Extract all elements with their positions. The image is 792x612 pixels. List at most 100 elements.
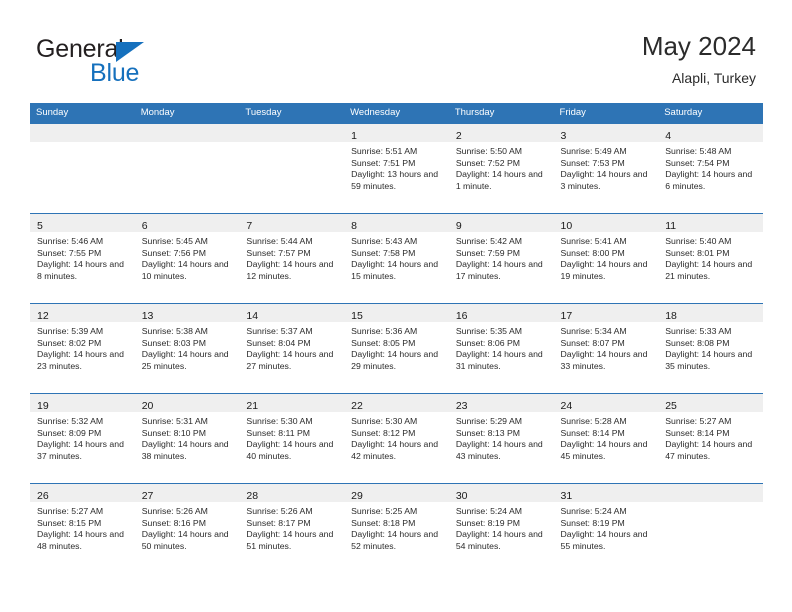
calendar-day-cell[interactable]: 17 Sunrise: 5:34 AM Sunset: 8:07 PM Dayligh… [553, 303, 659, 393]
sunset-text: Sunset: 8:03 PM [141, 337, 206, 348]
calendar-day-cell-empty [658, 483, 763, 573]
daylight-text: Daylight: 14 hours and 52 minutes. [351, 529, 439, 551]
calendar-day-cell[interactable]: 31 Sunrise: 5:24 AM Sunset: 8:19 PM Dayligh… [553, 483, 659, 573]
calendar-day-cell[interactable]: 3 Sunrise: 5:49 AM Sunset: 7:53 PM Daylight… [553, 123, 659, 213]
day-number: 7 [246, 220, 253, 232]
calendar-day-cell[interactable]: 13 Sunrise: 5:38 AM Sunset: 8:03 PM Dayligh… [134, 303, 240, 393]
day-number-band: 9 [448, 214, 554, 232]
daylight-text: Daylight: 14 hours and 35 minutes. [665, 349, 753, 371]
calendar-day-cell[interactable]: 18 Sunrise: 5:33 AM Sunset: 8:08 PM Dayligh… [658, 303, 763, 393]
day-number-band [30, 124, 135, 142]
calendar-day-cell[interactable]: 23 Sunrise: 5:29 AM Sunset: 8:13 PM Dayligh… [448, 393, 554, 483]
day-number-band: 13 [134, 304, 240, 322]
day-number-band: 19 [30, 394, 135, 412]
day-number: 16 [455, 310, 468, 322]
day-details: Sunrise: 5:44 AM Sunset: 7:57 PM Daylight:… [239, 232, 344, 282]
day-number: 31 [560, 490, 573, 502]
calendar-weeks: 1 Sunrise: 5:51 AM Sunset: 7:51 PM Daylight… [30, 123, 763, 573]
brand-logo[interactable]: General Blue [36, 36, 296, 92]
day-details: Sunrise: 5:28 AM Sunset: 8:14 PM Daylight:… [554, 412, 659, 462]
calendar-day-cell[interactable]: 9 Sunrise: 5:42 AM Sunset: 7:59 PM Daylight… [448, 213, 554, 303]
sunrise-text: Sunrise: 5:48 AM [665, 146, 732, 156]
title-block: May 2024 Alapli, Turkey [642, 30, 756, 88]
day-number-band: 20 [134, 394, 240, 412]
calendar-day-cell[interactable]: 7 Sunrise: 5:44 AM Sunset: 7:57 PM Daylight… [239, 213, 345, 303]
calendar-day-cell[interactable]: 24 Sunrise: 5:28 AM Sunset: 8:14 PM Dayligh… [553, 393, 659, 483]
day-number-band: 3 [553, 124, 659, 142]
sunrise-text: Sunrise: 5:42 AM [455, 236, 522, 246]
day-details: Sunrise: 5:51 AM Sunset: 7:51 PM Daylight:… [344, 142, 449, 192]
calendar-day-cell[interactable]: 20 Sunrise: 5:31 AM Sunset: 8:10 PM Dayligh… [134, 393, 240, 483]
calendar-day-cell[interactable]: 29 Sunrise: 5:25 AM Sunset: 8:18 PM Dayligh… [344, 483, 449, 573]
day-number: 17 [560, 310, 573, 322]
calendar-day-cell[interactable]: 21 Sunrise: 5:30 AM Sunset: 8:11 PM Dayligh… [239, 393, 345, 483]
daylight-text: Daylight: 14 hours and 15 minutes. [351, 259, 439, 281]
day-details: Sunrise: 5:31 AM Sunset: 8:10 PM Daylight:… [135, 412, 240, 462]
calendar-day-cell[interactable]: 10 Sunrise: 5:41 AM Sunset: 8:00 PM Dayligh… [553, 213, 659, 303]
calendar-day-cell[interactable]: 14 Sunrise: 5:37 AM Sunset: 8:04 PM Dayligh… [239, 303, 345, 393]
sunrise-text: Sunrise: 5:24 AM [560, 506, 627, 516]
sunset-text: Sunset: 7:55 PM [37, 247, 102, 258]
calendar-day-cell[interactable]: 26 Sunrise: 5:27 AM Sunset: 8:15 PM Dayligh… [30, 483, 135, 573]
sunrise-text: Sunrise: 5:34 AM [560, 326, 627, 336]
day-details: Sunrise: 5:27 AM Sunset: 8:15 PM Daylight:… [30, 502, 135, 552]
calendar-day-cell[interactable]: 30 Sunrise: 5:24 AM Sunset: 8:19 PM Dayligh… [448, 483, 554, 573]
calendar-day-cell[interactable]: 19 Sunrise: 5:32 AM Sunset: 8:09 PM Dayligh… [30, 393, 135, 483]
day-details: Sunrise: 5:46 AM Sunset: 7:55 PM Daylight:… [30, 232, 135, 282]
calendar-day-cell[interactable]: 25 Sunrise: 5:27 AM Sunset: 8:14 PM Dayligh… [658, 393, 763, 483]
daylight-text: Daylight: 14 hours and 48 minutes. [37, 529, 124, 551]
day-number-band: 17 [553, 304, 659, 322]
day-details: Sunrise: 5:37 AM Sunset: 8:04 PM Daylight:… [239, 322, 344, 372]
sunset-text: Sunset: 8:07 PM [560, 337, 625, 348]
calendar-day-cell[interactable]: 28 Sunrise: 5:26 AM Sunset: 8:17 PM Dayligh… [239, 483, 345, 573]
sunset-text: Sunset: 8:08 PM [665, 337, 730, 348]
sunset-text: Sunset: 7:51 PM [351, 157, 416, 168]
sunrise-text: Sunrise: 5:49 AM [560, 146, 627, 156]
daylight-text: Daylight: 14 hours and 17 minutes. [455, 259, 543, 281]
calendar-day-cell[interactable]: 15 Sunrise: 5:36 AM Sunset: 8:05 PM Dayligh… [344, 303, 449, 393]
calendar-day-cell[interactable]: 12 Sunrise: 5:39 AM Sunset: 8:02 PM Dayligh… [30, 303, 135, 393]
calendar-day-cell-empty [134, 123, 240, 213]
day-number: 3 [560, 130, 567, 142]
day-number-band: 30 [448, 484, 554, 502]
day-number-band: 31 [553, 484, 659, 502]
day-number: 6 [141, 220, 148, 232]
sunset-text: Sunset: 8:06 PM [455, 337, 521, 348]
calendar-day-cell[interactable]: 27 Sunrise: 5:26 AM Sunset: 8:16 PM Dayligh… [134, 483, 240, 573]
day-number-band: 1 [344, 124, 449, 142]
day-number: 11 [665, 220, 677, 232]
sunset-text: Sunset: 7:56 PM [141, 247, 206, 258]
calendar-day-cell-empty [30, 123, 135, 213]
calendar-day-cell[interactable]: 4 Sunrise: 5:48 AM Sunset: 7:54 PM Daylight… [658, 123, 763, 213]
day-number: 29 [351, 490, 363, 502]
weekday-header-monday: Monday [140, 107, 175, 118]
day-details: Sunrise: 5:32 AM Sunset: 8:09 PM Daylight:… [30, 412, 135, 462]
sunrise-text: Sunrise: 5:28 AM [560, 416, 627, 426]
day-details: Sunrise: 5:30 AM Sunset: 8:11 PM Daylight:… [239, 412, 344, 462]
calendar-day-cell[interactable]: 2 Sunrise: 5:50 AM Sunset: 7:52 PM Daylight… [448, 123, 554, 213]
calendar-day-cell[interactable]: 1 Sunrise: 5:51 AM Sunset: 7:51 PM Daylight… [344, 123, 449, 213]
sunrise-text: Sunrise: 5:50 AM [455, 146, 522, 156]
day-number-band: 12 [30, 304, 135, 322]
sunrise-text: Sunrise: 5:33 AM [665, 326, 732, 336]
calendar-day-cell[interactable]: 11 Sunrise: 5:40 AM Sunset: 8:01 PM Dayligh… [658, 213, 763, 303]
sunset-text: Sunset: 8:16 PM [141, 517, 206, 528]
calendar-day-cell[interactable]: 6 Sunrise: 5:45 AM Sunset: 7:56 PM Daylight… [134, 213, 240, 303]
calendar-grid: Sunday Monday Tuesday Wednesday Thursday… [30, 103, 763, 573]
calendar-day-cell[interactable]: 16 Sunrise: 5:35 AM Sunset: 8:06 PM Dayligh… [448, 303, 554, 393]
day-details: Sunrise: 5:40 AM Sunset: 8:01 PM Daylight:… [658, 232, 763, 282]
calendar-day-cell[interactable]: 8 Sunrise: 5:43 AM Sunset: 7:58 PM Daylight… [344, 213, 449, 303]
daylight-text: Daylight: 14 hours and 38 minutes. [141, 439, 229, 461]
day-details: Sunrise: 5:25 AM Sunset: 8:18 PM Daylight:… [344, 502, 449, 552]
day-number: 30 [455, 490, 468, 502]
sunset-text: Sunset: 8:04 PM [246, 337, 311, 348]
calendar-day-cell[interactable]: 5 Sunrise: 5:46 AM Sunset: 7:55 PM Daylight… [30, 213, 135, 303]
sunrise-text: Sunrise: 5:45 AM [141, 236, 208, 246]
calendar-day-cell[interactable]: 22 Sunrise: 5:30 AM Sunset: 8:12 PM Dayligh… [344, 393, 449, 483]
calendar-week-row: 5 Sunrise: 5:46 AM Sunset: 7:55 PM Daylight… [30, 213, 763, 303]
sunset-text: Sunset: 8:02 PM [37, 337, 102, 348]
sunrise-text: Sunrise: 5:39 AM [37, 326, 104, 336]
sunrise-text: Sunrise: 5:26 AM [246, 506, 313, 516]
day-number: 25 [665, 400, 677, 412]
day-details: Sunrise: 5:33 AM Sunset: 8:08 PM Daylight:… [658, 322, 763, 372]
